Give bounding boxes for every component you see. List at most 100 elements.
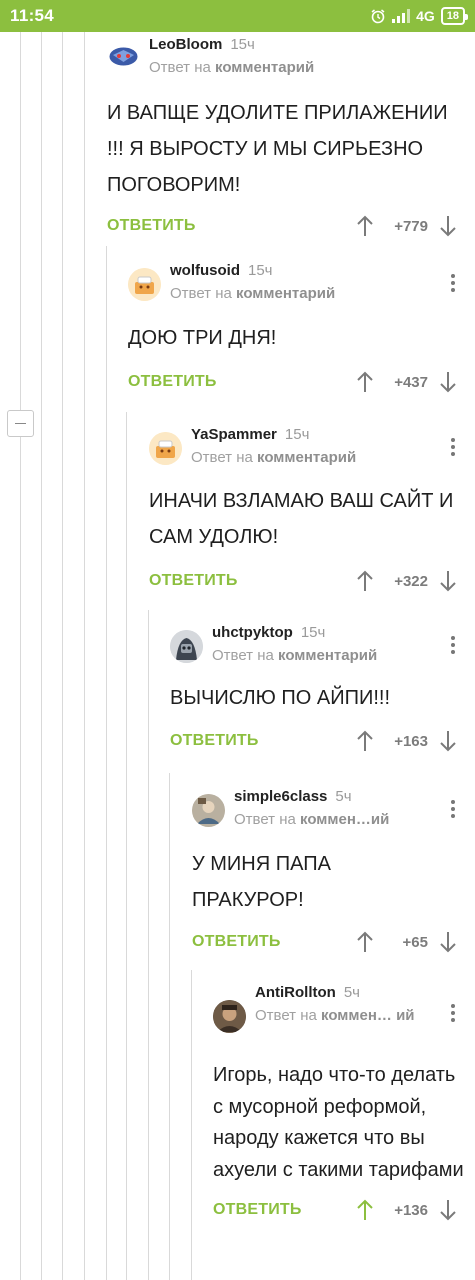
reply-to-prefix: Ответ на [255, 1007, 317, 1024]
rating: +163 [394, 732, 428, 750]
comment: simple6class 5ч Ответ на коммен…ий У МИНЯ… [192, 788, 475, 962]
reply-to-link[interactable]: комментарий [215, 59, 314, 76]
vote-controls: +322 [356, 561, 457, 601]
thread-line [62, 32, 63, 1280]
username[interactable]: YaSpammer [191, 426, 277, 443]
avatar[interactable] [170, 630, 203, 663]
upvote-arrow-icon[interactable] [356, 1199, 374, 1221]
more-options-icon[interactable] [451, 636, 455, 657]
vote-controls: +65 [356, 922, 457, 962]
avatar[interactable] [128, 268, 161, 301]
reply-button[interactable]: ОТВЕТИТЬ [107, 217, 196, 235]
more-options-icon[interactable] [451, 1004, 455, 1025]
thread-line [20, 437, 21, 1280]
thread-line [148, 610, 149, 1280]
avatar[interactable] [149, 432, 182, 465]
avatar[interactable] [192, 794, 225, 827]
reply-to-prefix: Ответ на [170, 285, 232, 302]
comment-meta: LeoBloom 15ч Ответ на комментарий [149, 36, 314, 77]
downvote-arrow-icon[interactable] [439, 931, 457, 953]
more-options-icon[interactable] [451, 274, 455, 295]
comment: wolfusoid 15ч Ответ на комментарий ДОЮ ТР… [128, 262, 475, 402]
comment-actions: ОТВЕТИТЬ +779 [107, 206, 475, 246]
vote-controls: +437 [356, 362, 457, 402]
comment: LeoBloom 15ч Ответ на комментарий И ВАПЩЕ… [107, 36, 475, 246]
comment-text: У МИНЯ ПАПА ПРАКУРОР! [192, 853, 331, 911]
reply-button[interactable]: ОТВЕТИТЬ [192, 933, 281, 951]
comment-meta: uhctpyktop 15ч Ответ на комментарий [212, 624, 377, 665]
username[interactable]: wolfusoid [170, 262, 240, 279]
comment-text: ДОЮ ТРИ ДНЯ! [128, 327, 277, 349]
more-options-icon[interactable] [451, 438, 455, 459]
avatar[interactable] [213, 1000, 246, 1033]
reply-to-link[interactable]: коммен… ий [321, 1007, 414, 1024]
comment: AntiRollton 5ч Ответ на коммен… ий Игорь,… [213, 984, 475, 1230]
rating: +136 [394, 1201, 428, 1219]
reply-button[interactable]: ОТВЕТИТЬ [170, 732, 259, 750]
comment-meta: AntiRollton 5ч Ответ на коммен… ий [255, 984, 415, 1025]
downvote-arrow-icon[interactable] [439, 371, 457, 393]
comment-actions: ОТВЕТИТЬ +437 [128, 362, 475, 402]
upvote-arrow-icon[interactable] [356, 931, 374, 953]
downvote-arrow-icon[interactable] [439, 570, 457, 592]
comment-header: simple6class 5ч Ответ на коммен…ий [192, 788, 475, 838]
upvote-arrow-icon[interactable] [356, 215, 374, 237]
status-icons: 4G 18 [370, 7, 469, 25]
reply-to-line: Ответ на комментарий [149, 59, 314, 77]
comment-header: uhctpyktop 15ч Ответ на комментарий [170, 624, 475, 674]
comment-header: wolfusoid 15ч Ответ на комментарий [128, 262, 475, 312]
downvote-arrow-icon[interactable] [439, 215, 457, 237]
reply-to-line: Ответ на коммен… ий [255, 1007, 415, 1025]
thread-line [106, 246, 107, 1280]
thread-line [84, 32, 85, 1280]
more-options-icon[interactable] [451, 800, 455, 821]
rating: +437 [394, 373, 428, 391]
collapse-thread-button[interactable] [7, 410, 34, 437]
alarm-icon [370, 8, 386, 24]
username[interactable]: AntiRollton [255, 984, 336, 1001]
avatar[interactable] [107, 40, 140, 73]
comment-header: LeoBloom 15ч Ответ на комментарий [107, 36, 475, 86]
signal-icon [392, 9, 411, 23]
upvote-arrow-icon[interactable] [356, 371, 374, 393]
status-bar: 11:54 4G 18 [0, 0, 475, 32]
reply-to-link[interactable]: комментарий [236, 285, 335, 302]
upvote-arrow-icon[interactable] [356, 730, 374, 752]
reply-to-line: Ответ на комментарий [212, 647, 377, 665]
comment-header: YaSpammer 15ч Ответ на комментарий [149, 426, 475, 476]
reply-button[interactable]: ОТВЕТИТЬ [128, 373, 217, 391]
thread-line [126, 412, 127, 1280]
comment-actions: ОТВЕТИТЬ +136 [213, 1190, 475, 1230]
reply-to-line: Ответ на комментарий [170, 285, 335, 303]
rating: +779 [394, 217, 428, 235]
upvote-arrow-icon[interactable] [356, 570, 374, 592]
username[interactable]: LeoBloom [149, 36, 222, 53]
rating: +322 [394, 572, 428, 590]
reply-to-line: Ответ на коммен…ий [234, 811, 389, 829]
reply-button[interactable]: ОТВЕТИТЬ [213, 1201, 302, 1219]
thread-line [191, 970, 192, 1280]
network-type: 4G [416, 8, 435, 24]
rating: +65 [402, 933, 428, 951]
downvote-arrow-icon[interactable] [439, 1199, 457, 1221]
vote-controls: +136 [356, 1190, 457, 1230]
timestamp: 5ч [343, 984, 360, 1001]
thread-line [41, 32, 42, 1280]
reply-to-prefix: Ответ на [234, 811, 296, 828]
downvote-arrow-icon[interactable] [439, 730, 457, 752]
vote-controls: +779 [356, 206, 457, 246]
reply-to-link[interactable]: комментарий [257, 449, 356, 466]
timestamp: 15ч [230, 36, 255, 53]
comment-header: AntiRollton 5ч Ответ на коммен… ий [213, 984, 475, 1046]
reply-to-link[interactable]: комментарий [278, 647, 377, 664]
vote-controls: +163 [356, 721, 457, 761]
reply-to-prefix: Ответ на [191, 449, 253, 466]
reply-to-prefix: Ответ на [212, 647, 274, 664]
clock: 11:54 [10, 6, 55, 25]
username[interactable]: uhctpyktop [212, 624, 293, 641]
reply-button[interactable]: ОТВЕТИТЬ [149, 572, 238, 590]
comment-meta: YaSpammer 15ч Ответ на комментарий [191, 426, 356, 467]
comment-text: ВЫЧИСЛЮ ПО АЙПИ!!! [170, 687, 391, 709]
reply-to-link[interactable]: коммен…ий [300, 811, 389, 828]
username[interactable]: simple6class [234, 788, 327, 805]
